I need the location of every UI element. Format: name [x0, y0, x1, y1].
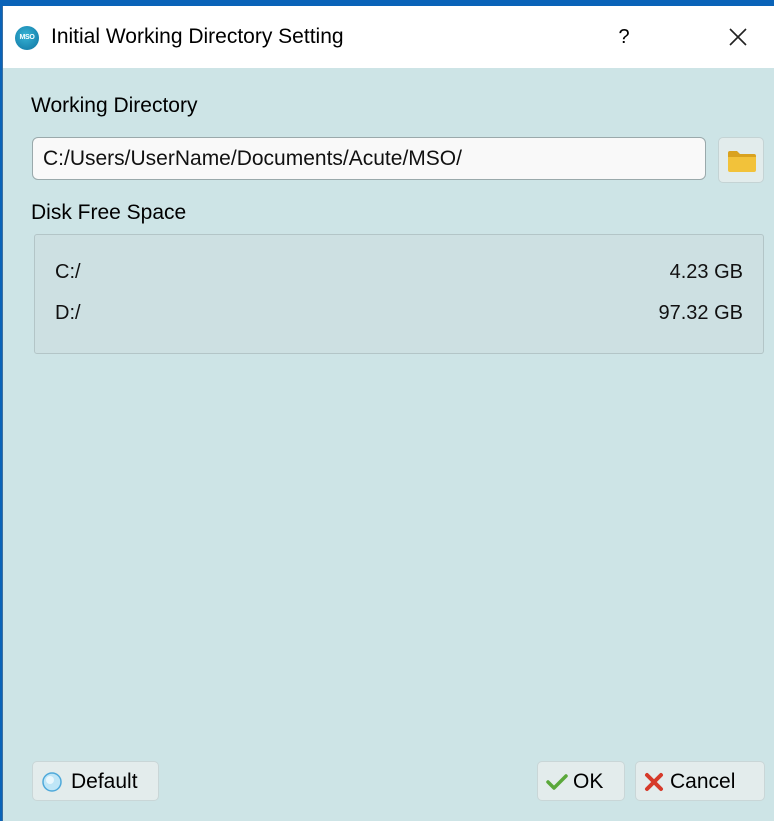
help-button[interactable]: ?	[609, 20, 639, 54]
browse-folder-button[interactable]	[718, 137, 764, 183]
ok-button[interactable]: OK	[537, 761, 625, 801]
working-directory-label: Working Directory	[31, 94, 198, 117]
drive-row: D:/ 97.32 GB	[55, 302, 743, 328]
disk-free-space-panel: C:/ 4.23 GB D:/ 97.32 GB	[34, 234, 764, 354]
ok-button-label: OK	[573, 770, 604, 793]
cancel-button-label: Cancel	[670, 770, 736, 793]
radio-circle-icon	[42, 772, 62, 792]
dialog-title: Initial Working Directory Setting	[51, 25, 344, 48]
drive-free-space: 4.23 GB	[669, 261, 743, 283]
drive-name: D:/	[55, 302, 81, 324]
cancel-button[interactable]: Cancel	[635, 761, 765, 801]
checkmark-icon	[546, 774, 568, 790]
working-directory-input[interactable]	[32, 137, 706, 180]
close-icon	[729, 28, 747, 46]
app-logo-icon: MSO	[15, 26, 39, 50]
default-button[interactable]: Default	[32, 761, 159, 801]
default-button-label: Default	[71, 770, 138, 793]
folder-icon	[728, 151, 756, 172]
close-button[interactable]	[715, 20, 761, 54]
drive-free-space: 97.32 GB	[658, 302, 743, 324]
cancel-x-icon	[645, 773, 663, 791]
disk-free-space-label: Disk Free Space	[31, 201, 187, 224]
dialog-window: MSO Initial Working Directory Setting ? …	[2, 6, 774, 821]
title-bar[interactable]: MSO Initial Working Directory Setting ?	[3, 6, 774, 68]
drive-row: C:/ 4.23 GB	[55, 261, 743, 287]
drive-name: C:/	[55, 261, 81, 283]
